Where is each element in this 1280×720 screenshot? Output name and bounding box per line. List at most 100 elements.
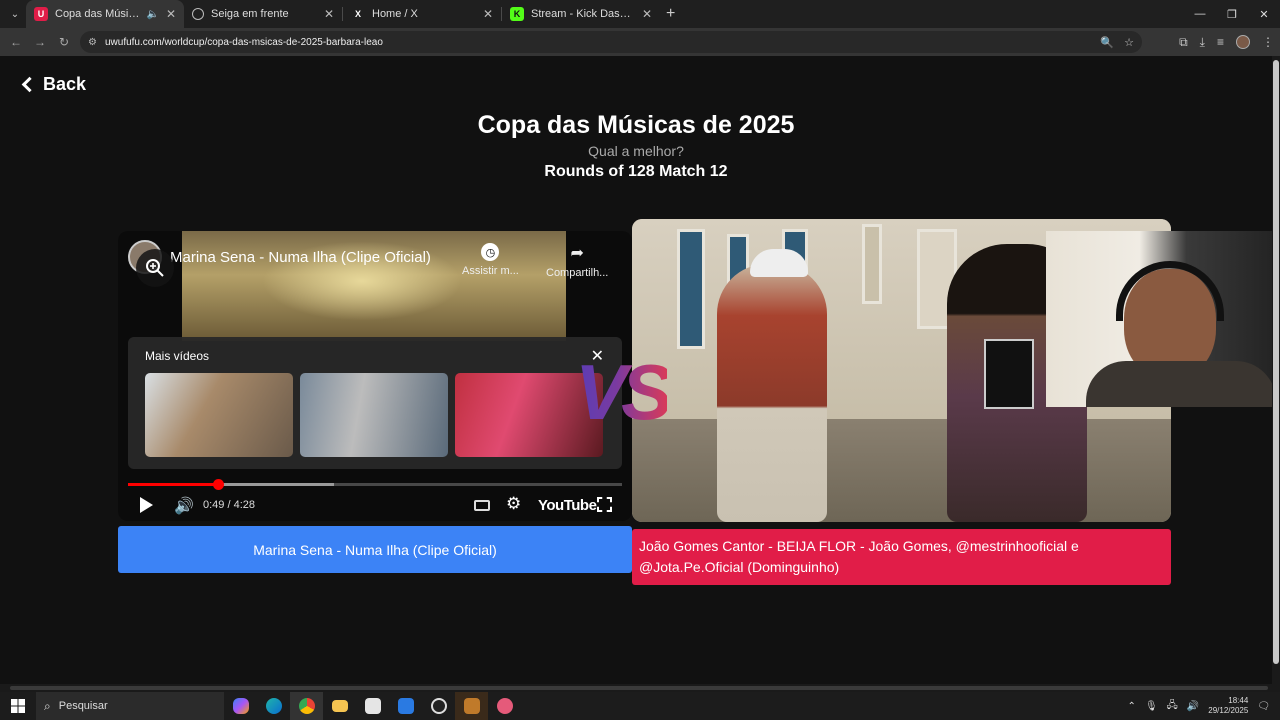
cobblestone-ground <box>632 419 1171 522</box>
chevron-up-icon[interactable]: ⌃ <box>1128 701 1136 712</box>
tab-x[interactable]: X Home / X ✕ <box>343 0 501 28</box>
youtube-player[interactable]: Marina Sena - Numa Ilha (Clipe Oficial) … <box>118 231 632 521</box>
played-bar <box>128 483 219 486</box>
url-text[interactable]: uwufufu.com/worldcup/copa-das-msicas-de-… <box>105 37 383 48</box>
settings-gear-icon[interactable]: ⚙ <box>506 494 521 514</box>
scrubber-handle[interactable] <box>213 479 225 490</box>
site-info-icon[interactable]: ⚙ <box>88 37 97 48</box>
kick-favicon-icon: K <box>510 7 524 21</box>
back-button[interactable]: Back <box>20 74 86 95</box>
download-icon[interactable]: ⤓ <box>1200 35 1205 50</box>
chevron-left-icon <box>21 76 38 93</box>
tab-audio-icon[interactable]: 🔈 <box>146 9 158 20</box>
notifications-icon[interactable]: 🗨 <box>1257 701 1270 712</box>
toolbar-right: ⧉ ⤓ ≡ ⋮ <box>1179 28 1274 56</box>
round-label: Rounds of 128 Match 12 <box>544 163 728 180</box>
hat <box>750 249 808 277</box>
suggested-video-thumbnail[interactable] <box>300 373 448 457</box>
progress-bar[interactable] <box>128 479 622 490</box>
app-icon[interactable] <box>488 692 521 720</box>
tab-title: Home / X <box>372 8 418 20</box>
play-icon[interactable] <box>140 497 153 513</box>
network-icon[interactable]: 🖧 <box>1167 698 1178 715</box>
clock[interactable]: 18:44 29/12/2025 <box>1208 696 1248 716</box>
chrome-app-icon[interactable] <box>290 692 323 720</box>
tab-close-icon[interactable]: ✕ <box>166 7 176 21</box>
headphones <box>1116 261 1224 321</box>
tab-close-icon[interactable]: ✕ <box>642 7 652 21</box>
bookmark-star-icon[interactable]: ☆ <box>1124 36 1134 49</box>
video-title[interactable]: Marina Sena - Numa Ilha (Clipe Oficial) <box>170 249 431 266</box>
horizontal-scrollbar-thumb[interactable] <box>10 686 1268 690</box>
fullscreen-icon[interactable] <box>597 497 612 512</box>
profile-avatar[interactable] <box>1236 35 1250 49</box>
window-controls: — ❐ ✕ <box>1184 0 1280 28</box>
tab-seiga[interactable]: Seiga em frente ✕ <box>184 0 342 28</box>
scrollbar-thumb[interactable] <box>1273 60 1279 664</box>
minimize-icon[interactable]: — <box>1184 0 1216 28</box>
obs-app-icon[interactable] <box>422 692 455 720</box>
option-right-button[interactable]: João Gomes Cantor - BEIJA FLOR - João Go… <box>632 529 1171 585</box>
player-controls: 🔊 0:49 / 4:28 ⚙ YouTube <box>128 491 622 521</box>
share-button[interactable]: ➦ Compartilh... <box>546 243 608 279</box>
option-left-button[interactable]: Marina Sena - Numa Ilha (Clipe Oficial) <box>118 526 632 573</box>
search-placeholder: Pesquisar <box>58 700 108 712</box>
tab-search-chevron-icon[interactable]: ⌄ <box>4 3 26 25</box>
game-app-icon[interactable] <box>455 692 488 720</box>
window-shutter <box>677 229 705 349</box>
menu-kebab-icon[interactable]: ⋮ <box>1262 35 1274 49</box>
suggested-video-thumbnail[interactable] <box>145 373 293 457</box>
tab-bar: ⌄ U Copa das Músicas de 2025 🔈 ✕ Seiga e… <box>0 0 1280 28</box>
file-explorer-icon[interactable] <box>323 692 356 720</box>
subtitles-icon[interactable] <box>474 500 490 511</box>
more-videos-label: Mais vídeos <box>145 349 210 363</box>
microphone-icon[interactable]: 🎙 <box>1145 701 1158 712</box>
extensions-icon[interactable]: ⧉ <box>1179 35 1188 50</box>
mail-app-icon[interactable] <box>389 692 422 720</box>
clock-time: 18:44 <box>1228 696 1249 705</box>
media-control-icon[interactable]: ≡ <box>1217 35 1224 49</box>
more-videos-panel: Mais vídeos ✕ <box>128 337 622 469</box>
close-window-icon[interactable]: ✕ <box>1248 0 1280 28</box>
tab-close-icon[interactable]: ✕ <box>324 7 334 21</box>
omnibox-actions: 🔍 ☆ <box>1100 31 1134 53</box>
tab-copa[interactable]: U Copa das Músicas de 2025 🔈 ✕ <box>26 0 184 28</box>
address-toolbar: ← → ↻ ⚙ uwufufu.com/worldcup/copa-das-ms… <box>0 28 1280 56</box>
tab-title: Seiga em frente <box>211 8 289 20</box>
store-app-icon[interactable] <box>356 692 389 720</box>
zoom-icon[interactable]: 🔍 <box>1100 36 1114 49</box>
start-button[interactable] <box>0 692 36 720</box>
new-tab-plus-icon[interactable]: + <box>666 5 675 23</box>
system-tray: ⌃ 🎙 🖧 🔊 18:44 29/12/2025 🗨 <box>1128 692 1280 720</box>
forward-arrow-icon[interactable]: → <box>28 30 52 54</box>
edge-app-icon[interactable] <box>257 692 290 720</box>
taskbar-search[interactable]: ⌕ Pesquisar <box>36 692 224 720</box>
page-subtitle: Qual a melhor? <box>588 143 684 159</box>
zoom-in-icon <box>146 259 164 277</box>
tab-title: Stream - Kick Dashboard <box>531 8 635 20</box>
maximize-icon[interactable]: ❐ <box>1216 0 1248 28</box>
page-title: Copa das Músicas de 2025 <box>477 111 795 139</box>
clock-date: 29/12/2025 <box>1208 706 1249 715</box>
vs-badge: VS <box>575 348 673 436</box>
tab-close-icon[interactable]: ✕ <box>483 7 493 21</box>
back-label: Back <box>43 74 87 94</box>
speaker-icon[interactable]: 🔊 <box>1187 701 1199 712</box>
back-arrow-icon[interactable]: ← <box>4 30 28 54</box>
globe-icon <box>192 8 204 20</box>
reload-icon[interactable]: ↻ <box>52 30 76 54</box>
windows-logo-icon <box>11 699 25 713</box>
x-logo-icon: X <box>354 9 361 19</box>
uwufufu-favicon-icon: U <box>34 7 48 21</box>
volume-icon[interactable]: 🔊 <box>174 496 194 516</box>
share-arrow-icon: ➦ <box>570 245 584 262</box>
accordion <box>984 339 1034 409</box>
tab-kick[interactable]: K Stream - Kick Dashboard ✕ <box>502 0 660 28</box>
youtube-logo[interactable]: YouTube <box>538 497 597 514</box>
omnibox[interactable]: ⚙ uwufufu.com/worldcup/copa-das-msicas-d… <box>80 31 1142 53</box>
time-display: 0:49 / 4:28 <box>203 499 255 511</box>
zoom-in-button[interactable] <box>136 249 174 287</box>
copilot-app-icon[interactable] <box>224 692 257 720</box>
streamer-shirt <box>1086 361 1276 407</box>
watch-later-button[interactable]: ◷ Assistir m... <box>462 243 519 277</box>
